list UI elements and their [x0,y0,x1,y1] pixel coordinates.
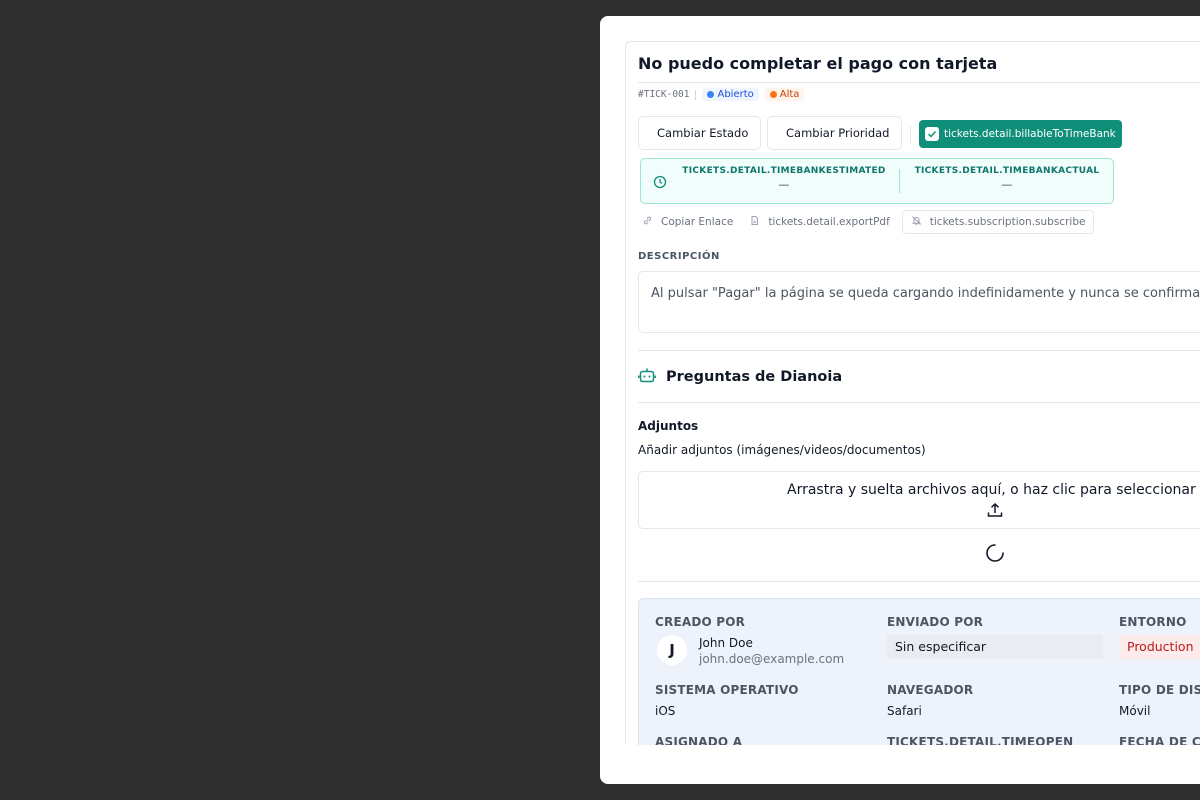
subscribe-button[interactable]: tickets.subscription.subscribe [901,210,1095,234]
created-date-label: FECHA DE CREACIÓN [1119,735,1200,745]
browser-value: Safari [887,704,922,718]
timebank-actual: TICKETS.DETAIL.TIMEBANKACTUAL — [907,166,1107,191]
attachments-subtitle: Añadir adjuntos (imágenes/videos/documen… [638,443,926,457]
checkbox-icon[interactable] [925,127,939,141]
status-dot-icon [707,91,715,98]
creator-email: john.doe@example.com [699,652,845,666]
description-divider [638,350,1200,351]
dianoia-divider [638,402,1200,403]
loading-spinner-icon [985,543,1005,567]
priority-badge: Alta [764,88,805,101]
os-value: iOS [655,704,676,718]
upload-icon [986,501,1004,523]
timebank-estimated: TICKETS.DETAIL.TIMEBANKESTIMATED — [679,166,889,191]
action-separator [910,126,911,144]
ticket-info-panel: CREADO POR J John Doe john.doe@example.c… [638,598,1200,745]
ticket-id: #TICK-001 [638,89,690,100]
export-pdf-label: tickets.detail.exportPdf [768,216,890,228]
browser-label: NAVEGADOR [887,683,974,697]
description-box: Al pulsar "Pagar" la página se queda car… [638,271,1200,333]
device-type-value: Móvil [1119,704,1151,718]
status-badge-label: Abierto [717,89,754,100]
timebank-divider [899,169,900,193]
os-label: SISTEMA OPERATIVO [655,683,799,697]
change-priority-button[interactable]: Cambiar Prioridad [767,116,902,150]
dianoia-title: Preguntas de Dianoia [666,369,843,385]
timebank-box: TICKETS.DETAIL.TIMEBANKESTIMATED — TICKE… [640,158,1114,204]
created-by-label: CREADO POR [655,615,746,629]
clock-icon [653,174,667,193]
environment-badge: Production [1119,635,1200,659]
copy-link-button[interactable]: Copiar Enlace [642,215,733,229]
priority-badge-label: Alta [779,89,800,100]
assigned-to-label: ASIGNADO A [655,735,743,745]
document-icon [749,215,760,229]
ticket-title: No puedo completar el pago con tarjeta [638,54,998,73]
billable-label: tickets.detail.billableToTimeBank [944,128,1116,140]
title-divider [638,82,1200,83]
meta-separator [695,89,697,100]
subscribe-label: tickets.subscription.subscribe [929,216,1086,228]
change-priority-label: Cambiar Prioridad [786,126,890,140]
avatar: J [657,635,687,665]
timebank-estimated-label: TICKETS.DETAIL.TIMEBANKESTIMATED [682,166,886,176]
time-open-label: TICKETS.DETAIL.TIMEOPEN [887,735,1074,745]
dianoia-section-header[interactable]: Preguntas de Dianoia [638,366,842,388]
creator-name: John Doe [699,636,753,650]
ticket-links: Copiar Enlace tickets.detail.exportPdf t… [642,210,1095,234]
attachments-title: Adjuntos [638,419,699,433]
device-type-label: TIPO DE DISPOSITIVO [1119,683,1200,697]
timebank-actual-label: TICKETS.DETAIL.TIMEBANKACTUAL [914,166,1100,176]
export-pdf-button[interactable]: tickets.detail.exportPdf [749,215,890,229]
description-label: DESCRIPCIÓN [638,251,720,262]
status-badge: Abierto [702,88,759,101]
sent-by-label: ENVIADO POR [887,615,984,629]
attachments-divider [638,581,1200,582]
environment-label: ENTORNO [1119,615,1187,629]
ticket-detail-panel: No puedo completar el pago con tarjeta #… [600,16,1200,784]
sent-by-value: Sin especificar [887,635,1103,659]
change-status-button[interactable]: Cambiar Estado [638,116,761,150]
copy-link-label: Copiar Enlace [661,216,734,228]
robot-icon [638,366,656,388]
dropzone-text: Arrastra y suelta archivos aquí, o haz c… [787,482,1200,498]
timebank-estimated-value: — [778,178,790,191]
change-status-label: Cambiar Estado [657,126,749,140]
priority-dot-icon [769,91,777,98]
timebank-actual-value: — [1001,178,1013,191]
attachments-dropzone[interactable]: Arrastra y suelta archivos aquí, o haz c… [638,471,1200,529]
ticket-card: No puedo completar el pago con tarjeta #… [625,41,1200,745]
ticket-meta: #TICK-001 Abierto Alta [638,88,805,101]
bell-off-icon [911,215,922,229]
link-icon [642,215,653,229]
billable-toggle-button[interactable]: tickets.detail.billableToTimeBank [919,120,1122,148]
